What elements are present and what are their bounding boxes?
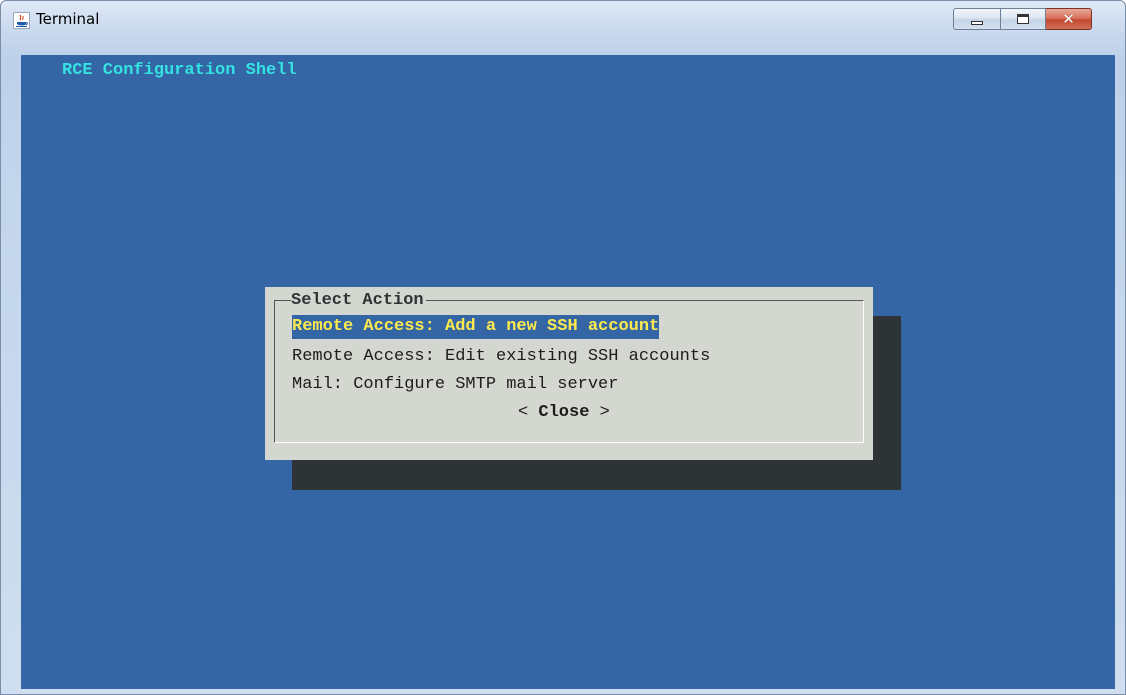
close-button-right-bracket: > bbox=[589, 403, 610, 422]
java-icon bbox=[13, 12, 30, 29]
minimize-icon bbox=[971, 21, 983, 25]
menu-item-add-ssh-account[interactable]: Remote Access: Add a new SSH account bbox=[292, 315, 660, 339]
window-titlebar[interactable]: Terminal ✕ bbox=[1, 1, 1125, 55]
shell-header: RCE Configuration Shell bbox=[62, 61, 297, 80]
terminal-window: Terminal ✕ RCE Configuration Shell Selec… bbox=[0, 0, 1126, 695]
close-window-button[interactable]: ✕ bbox=[1046, 8, 1092, 30]
menu-item-configure-smtp[interactable]: Mail: Configure SMTP mail server bbox=[292, 373, 618, 397]
close-button-label: Close bbox=[538, 403, 590, 422]
close-button[interactable]: < Close > bbox=[518, 401, 610, 425]
terminal-screen[interactable]: RCE Configuration Shell Select Action Re… bbox=[21, 55, 1115, 689]
menu-item-edit-ssh-accounts[interactable]: Remote Access: Edit existing SSH account… bbox=[292, 345, 710, 369]
close-icon: ✕ bbox=[1062, 10, 1075, 28]
dialog-title: Select Action bbox=[291, 290, 426, 312]
window-title: Terminal bbox=[36, 10, 100, 28]
maximize-button[interactable] bbox=[1001, 8, 1046, 30]
maximize-icon bbox=[1017, 14, 1029, 24]
select-action-dialog: Select Action Remote Access: Add a new S… bbox=[265, 287, 873, 460]
close-button-left-bracket: < bbox=[518, 403, 539, 422]
minimize-button[interactable] bbox=[953, 8, 1001, 30]
